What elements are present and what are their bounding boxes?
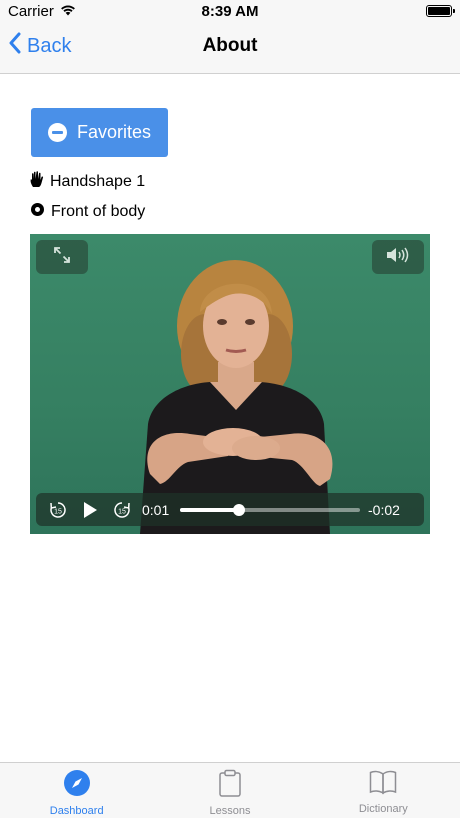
- progress-fill: [180, 507, 240, 512]
- fullscreen-button[interactable]: [36, 240, 88, 274]
- progress-knob[interactable]: [233, 503, 246, 516]
- svg-text:15: 15: [118, 508, 126, 515]
- battery-icon: [426, 5, 455, 17]
- tab-lessons-label: Lessons: [209, 805, 251, 817]
- playback-controls: 15 15 0:01 -0:02: [36, 493, 424, 526]
- tab-dictionary-label: Dictionary: [358, 803, 408, 815]
- clipboard-icon: [218, 769, 242, 802]
- svg-text:15: 15: [54, 508, 62, 515]
- skip-back-15-icon[interactable]: 15: [48, 500, 68, 520]
- status-time: 8:39 AM: [201, 3, 259, 20]
- tab-dashboard-label: Dashboard: [49, 805, 104, 817]
- handshape-label: Handshape 1: [50, 173, 146, 190]
- skip-forward-15-icon[interactable]: 15: [112, 500, 132, 520]
- navigation-bar: Back About: [0, 22, 460, 74]
- volume-button[interactable]: [372, 240, 424, 274]
- tab-dictionary[interactable]: Dictionary: [307, 763, 460, 818]
- speaker-icon: [386, 247, 410, 268]
- location-label: Front of body: [51, 203, 146, 220]
- minus-circle-icon: [47, 123, 67, 142]
- favorites-label: Favorites: [76, 122, 152, 142]
- compass-icon: [63, 769, 91, 802]
- current-time: 0:01: [142, 501, 170, 518]
- location-target-icon: [30, 202, 45, 222]
- page-title: About: [202, 35, 258, 56]
- handshape-row: Handshape 1: [30, 171, 145, 193]
- status-bar: Carrier 8:39 AM: [0, 0, 460, 22]
- tab-dashboard[interactable]: Dashboard: [0, 763, 153, 818]
- location-row: Front of body: [30, 202, 145, 222]
- tab-bar: Dashboard Lessons Dictionary: [0, 762, 460, 818]
- video-player[interactable]: 15 15 0:01 -0:02: [30, 234, 430, 534]
- hand-icon: [30, 171, 44, 193]
- favorites-button[interactable]: Favorites: [31, 108, 168, 157]
- progress-scrubber[interactable]: [180, 503, 360, 516]
- tab-lessons[interactable]: Lessons: [153, 763, 306, 818]
- signer-illustration: [140, 260, 333, 534]
- expand-icon: [53, 246, 71, 269]
- book-icon: [369, 769, 397, 800]
- play-icon[interactable]: [82, 501, 98, 519]
- remaining-time: -0:02: [368, 501, 400, 518]
